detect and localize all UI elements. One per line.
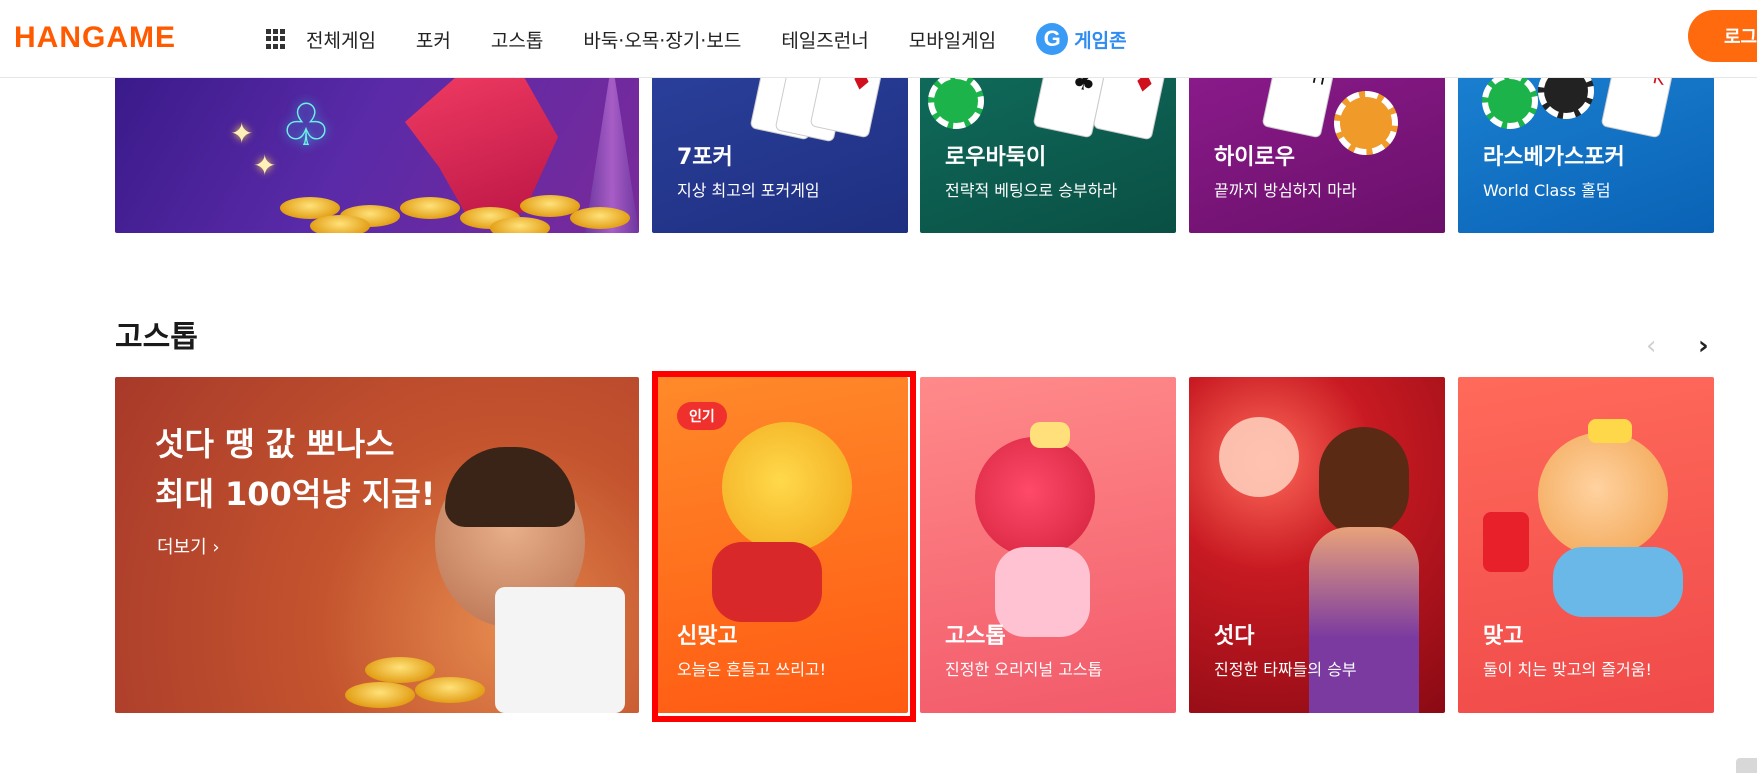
card-subtitle: 오늘은 흔들고 쓰리고!: [677, 660, 827, 679]
card-subtitle: 전략적 베팅으로 승부하라: [945, 181, 1118, 200]
carousel-next-arrow-icon[interactable]: ›: [1698, 331, 1709, 361]
game-card-hilow[interactable]: H 하이로우 끝까지 방심하지 마라: [1189, 77, 1445, 233]
hangame-logo[interactable]: HANGAME: [14, 21, 176, 55]
card-subtitle: 지상 최고의 포커게임: [677, 181, 820, 200]
gamezone-logo-icon: G: [1036, 23, 1069, 55]
game-card-sutda[interactable]: 섯다 진정한 타짜들의 승부: [1189, 377, 1445, 713]
bird-character-illustration: [722, 422, 852, 552]
ribbon-icon: [1030, 422, 1070, 448]
game-card-7poker[interactable]: ♦ 7포커 지상 최고의 포커게임: [652, 77, 908, 233]
crown-icon: [1588, 419, 1632, 443]
popular-badge: 인기: [677, 402, 727, 430]
poker-chip-icon: [928, 77, 984, 129]
top-header: HANGAME 전체게임 포커 고스톱 바둑·오목·장기·보드 테일즈런너 모바…: [0, 0, 1757, 78]
card-title: 맞고: [1483, 624, 1524, 649]
card-subtitle: 진정한 타짜들의 승부: [1214, 660, 1357, 679]
playing-card-icon: K: [1600, 77, 1676, 139]
bird-character-illustration: [975, 437, 1095, 557]
card-title: 하이로우: [1214, 145, 1295, 170]
card-title: 로우바둑이: [945, 145, 1047, 170]
grid-icon[interactable]: [266, 29, 286, 49]
nav-mobile[interactable]: 모바일게임: [909, 26, 996, 53]
sparkle-icon: ✦: [230, 117, 254, 150]
carousel-prev-arrow-icon[interactable]: ‹: [1646, 331, 1656, 361]
game-card-lasvegas-poker[interactable]: K 라스베가스포커 World Class 홀덤: [1458, 77, 1714, 233]
card-subtitle: World Class 홀덤: [1483, 181, 1611, 200]
promo-headline: 섯다 땡 값 뽀나스 최대 100억냥 지급!: [155, 425, 436, 513]
card-title: 신맞고: [677, 624, 738, 649]
gamezone-label: 게임존: [1074, 29, 1127, 52]
card-title: 7포커: [677, 145, 733, 170]
hwatu-card-icon: [1483, 512, 1529, 572]
nav-all-games[interactable]: 전체게임: [306, 26, 376, 53]
nav-board[interactable]: 바둑·오목·장기·보드: [583, 26, 741, 53]
card-subtitle: 둘이 치는 맞고의 즐거움!: [1483, 660, 1652, 679]
nav-gamezone[interactable]: G 게임존: [1036, 23, 1127, 55]
playing-card-icon: H: [1261, 77, 1337, 139]
moon-illustration: [1219, 417, 1299, 497]
card-title: 라스베가스포커: [1483, 145, 1625, 170]
woman-illustration: [1319, 427, 1409, 537]
game-card-newmatgo[interactable]: 인기 신맞고 오늘은 흔들고 쓰리고!: [652, 377, 908, 713]
game-card-matgo[interactable]: 맞고 둘이 치는 맞고의 즐거움!: [1458, 377, 1714, 713]
login-button[interactable]: 로그인: [1688, 10, 1757, 62]
poker-chip-icon: [1482, 77, 1538, 129]
nav-talesrunner[interactable]: 테일즈런너: [781, 26, 868, 53]
card-subtitle: 끝까지 방심하지 마라: [1214, 181, 1357, 200]
game-card-lowbadugi[interactable]: ♣ ♦ 로우바둑이 전략적 베팅으로 승부하라: [920, 77, 1176, 233]
card-title: 섯다: [1214, 624, 1255, 649]
card-subtitle: 진정한 오리지널 고스톱: [945, 660, 1103, 679]
sparkle-icon: ✦: [253, 149, 277, 182]
top-promo-banner[interactable]: ♧ ✦ ✦: [115, 77, 639, 233]
bird-character-illustration: [1538, 432, 1668, 557]
promo-more-link[interactable]: 더보기 ›: [157, 533, 220, 559]
clover-icon: ♧: [280, 91, 332, 159]
nav-gostop[interactable]: 고스톱: [491, 26, 543, 53]
playing-card-icon: ♦: [1092, 77, 1168, 141]
nav-poker[interactable]: 포커: [416, 26, 451, 53]
game-card-gostop[interactable]: 고스톱 진정한 오리지널 고스톱: [920, 377, 1176, 713]
card-title: 고스톱: [945, 624, 1006, 649]
sutda-promo-banner[interactable]: 섯다 땡 값 뽀나스 최대 100억냥 지급! 더보기 ›: [115, 377, 639, 713]
main-nav: 전체게임 포커 고스톱 바둑·오목·장기·보드 테일즈런너 모바일게임 G 게임…: [266, 23, 1127, 55]
page-scrollbar[interactable]: [1736, 758, 1757, 773]
section-title-gostop: 고스톱: [115, 320, 198, 355]
